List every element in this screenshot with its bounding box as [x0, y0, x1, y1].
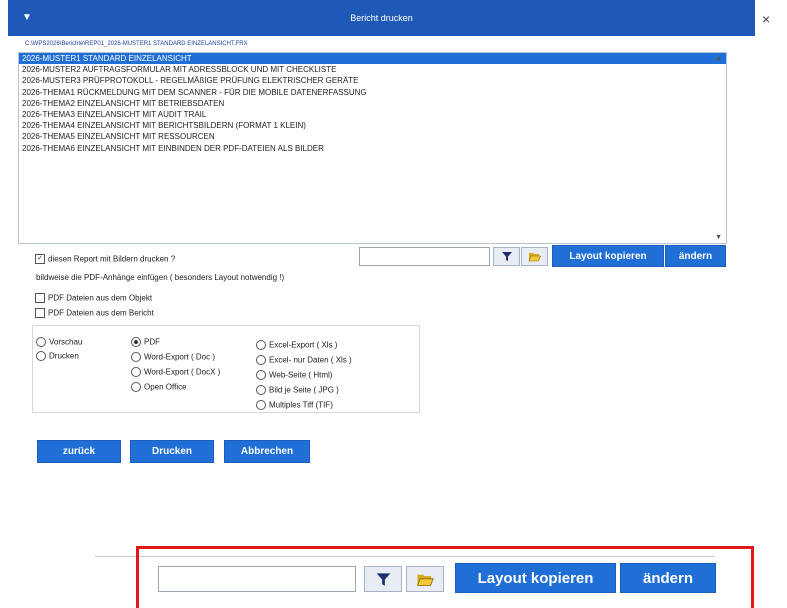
zoom-change-button[interactable]: ändern: [620, 563, 716, 593]
pdf-from-report-label: PDF Dateien aus dem Bericht: [48, 308, 154, 318]
report-path: C:\WPS2026\Berichte\REP01_2026-MUSTER1 S…: [25, 41, 248, 47]
scroll-up-icon[interactable]: ▲: [715, 55, 722, 62]
filter-icon: [501, 252, 512, 261]
filter-button[interactable]: [493, 247, 520, 266]
list-item[interactable]: 2026-MUSTER3 PRÜFPROTOKOLL - REGELMÄßIGE…: [19, 75, 726, 86]
radio-excel-data-label: Excel- nur Daten ( Xls ): [269, 355, 352, 365]
list-item-label: 2026-MUSTER2 AUFTRAGSFORMULAR MIT ADRESS…: [22, 65, 337, 75]
list-item-label: 2026-THEMA3 EINZELANSICHT MIT AUDIT TRAI…: [22, 109, 207, 119]
list-item[interactable]: 2026-THEMA5 EINZELANSICHT MIT RESSOURCEN: [19, 131, 726, 142]
list-item[interactable]: 2026-THEMA4 EINZELANSICHT MIT BERICHTSBI…: [19, 120, 726, 131]
list-item[interactable]: 2026-MUSTER1 STANDARD EINZELANSICHT: [19, 53, 726, 65]
radio-tif-label: Multiples Tiff (TIF): [269, 400, 333, 410]
radio-print[interactable]: Drucken: [36, 347, 79, 365]
radio-print-circle[interactable]: [36, 350, 46, 361]
pdf-from-object-label: PDF Dateien aus dem Objekt: [48, 293, 153, 303]
list-item-label: 2026-THEMA5 EINZELANSICHT MIT RESSOURCEN: [22, 132, 215, 142]
window-title: Bericht drucken: [350, 13, 413, 23]
radio-word-docx-circle[interactable]: [131, 366, 141, 377]
pdf-attach-hint: bildweise die PDF-Anhänge einfügen ( bes…: [36, 273, 285, 282]
radio-web-html-label: Web-Seite ( Html): [269, 370, 333, 380]
list-item-label: 2026-MUSTER1 STANDARD EINZELANSICHT: [22, 54, 192, 63]
radio-pdf-circle[interactable]: [131, 336, 141, 347]
change-button[interactable]: ändern: [665, 245, 726, 267]
radio-excel-data-circle[interactable]: [256, 354, 266, 365]
cancel-button[interactable]: Abbrechen: [224, 440, 310, 463]
radio-open-office-circle[interactable]: [131, 381, 141, 392]
list-item[interactable]: 2026-THEMA2 EINZELANSICHT MIT BETRIEBSDA…: [19, 98, 726, 109]
report-list[interactable]: 2026-MUSTER1 STANDARD EINZELANSICHT 2026…: [18, 52, 727, 244]
radio-open-office[interactable]: Open Office: [131, 378, 187, 396]
zoom-layout-search-input[interactable]: [158, 566, 356, 592]
radio-preview-circle[interactable]: [36, 336, 46, 347]
radio-word-doc-label: Word-Export ( Doc ): [144, 352, 215, 362]
list-item-label: 2026-THEMA2 EINZELANSICHT MIT BETRIEBSDA…: [22, 98, 225, 108]
radio-preview-label: Vorschau: [49, 337, 83, 347]
folder-open-icon: [416, 574, 434, 586]
list-item-label: 2026-THEMA1 RÜCKMELDUNG MIT DEM SCANNER …: [22, 87, 367, 97]
list-item[interactable]: 2026-THEMA3 EINZELANSICHT MIT AUDIT TRAI…: [19, 109, 726, 120]
copy-layout-button[interactable]: Layout kopieren: [552, 245, 664, 267]
pdf-from-object-checkbox[interactable]: [35, 292, 45, 303]
close-icon[interactable]: ×: [762, 11, 770, 27]
print-with-images-checkbox[interactable]: ✓: [35, 253, 45, 264]
pdf-from-report-row[interactable]: PDF Dateien aus dem Bericht: [35, 304, 154, 322]
layout-search-input[interactable]: [359, 247, 490, 266]
print-with-images-label: diesen Report mit Bildern drucken ?: [48, 254, 176, 264]
open-folder-button[interactable]: [521, 247, 548, 266]
list-item[interactable]: 2026-MUSTER2 AUFTRAGSFORMULAR MIT ADRESS…: [19, 64, 726, 75]
scroll-down-icon[interactable]: ▼: [715, 234, 722, 241]
list-item-label: 2026-MUSTER3 PRÜFPROTOKOLL - REGELMÄßIGE…: [22, 76, 359, 86]
zoom-open-folder-button[interactable]: [406, 566, 444, 592]
list-item[interactable]: 2026-THEMA1 RÜCKMELDUNG MIT DEM SCANNER …: [19, 87, 726, 98]
filter-icon: [376, 572, 390, 586]
output-options-panel: [32, 325, 420, 413]
title-bar: ▼ Bericht drucken: [8, 0, 755, 36]
list-item-label: 2026-THEMA4 EINZELANSICHT MIT BERICHTSBI…: [22, 121, 306, 131]
radio-word-docx-label: Word-Export ( DocX ): [144, 367, 221, 377]
radio-tif-circle[interactable]: [256, 399, 266, 410]
list-item-label: 2026-THEMA6 EINZELANSICHT MIT EINBINDEN …: [22, 143, 324, 153]
radio-excel-xls-label: Excel-Export ( Xls ): [269, 340, 338, 350]
back-button[interactable]: zurück: [37, 440, 121, 463]
radio-pdf-label: PDF: [144, 337, 160, 347]
print-with-images-row[interactable]: ✓ diesen Report mit Bildern drucken ?: [35, 250, 175, 268]
radio-web-html-circle[interactable]: [256, 369, 266, 380]
radio-jpg-circle[interactable]: [256, 384, 266, 395]
radio-excel-xls-circle[interactable]: [256, 339, 266, 350]
radio-open-office-label: Open Office: [144, 382, 187, 392]
list-item[interactable]: 2026-THEMA6 EINZELANSICHT MIT EINBINDEN …: [19, 143, 726, 154]
radio-tif[interactable]: Multiples Tiff (TIF): [256, 396, 333, 414]
zoom-filter-button[interactable]: [364, 566, 402, 592]
pdf-from-report-checkbox[interactable]: [35, 307, 45, 318]
radio-print-label: Drucken: [49, 351, 79, 361]
radio-jpg-label: Bild je Seite ( JPG ): [269, 385, 339, 395]
print-button[interactable]: Drucken: [130, 440, 214, 463]
radio-word-doc-circle[interactable]: [131, 351, 141, 362]
zoom-copy-layout-button[interactable]: Layout kopieren: [455, 563, 616, 593]
folder-open-icon: [528, 253, 541, 262]
